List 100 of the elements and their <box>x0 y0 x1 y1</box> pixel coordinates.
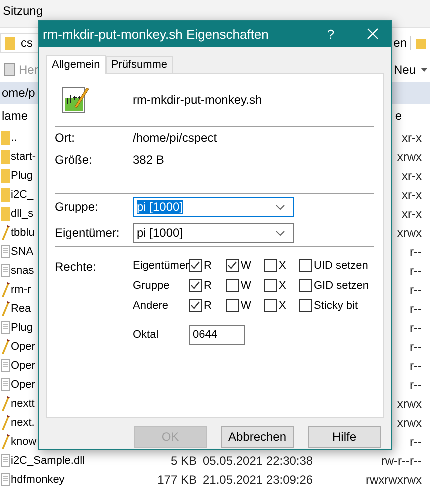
file-permissions: xrwx <box>397 396 423 410</box>
checkbox-label[interactable]: Sticky bit <box>314 300 358 312</box>
file-name[interactable]: Oper <box>11 360 36 372</box>
checkbox[interactable] <box>226 259 239 272</box>
folder-icon <box>5 36 15 50</box>
file-name[interactable]: tbblu <box>11 226 35 238</box>
field-value: 382 B <box>133 153 164 167</box>
checkbox[interactable] <box>226 299 239 312</box>
checkbox-label[interactable]: W <box>241 280 252 292</box>
chevron-down-icon <box>276 230 285 236</box>
dialog-button[interactable]: Hilfe <box>308 426 381 448</box>
checkbox[interactable] <box>264 299 277 312</box>
checkbox-label[interactable]: GID setzen <box>314 280 370 292</box>
checkbox[interactable] <box>189 299 202 312</box>
file-name[interactable]: .. <box>11 132 18 144</box>
row-label: Eigentümer <box>133 258 189 274</box>
file-name[interactable]: start- <box>11 150 36 162</box>
file-name[interactable]: rm-r <box>11 284 32 296</box>
file-permissions: r-- <box>410 264 423 278</box>
checkbox[interactable] <box>299 259 312 272</box>
folder-icon <box>1 168 10 183</box>
pencil-icon <box>1 396 10 411</box>
file-permissions: xrwx <box>397 150 423 164</box>
combo-box[interactable]: pi [1000] <box>133 197 294 217</box>
field-label: Rechte: <box>55 259 98 276</box>
combo-box[interactable]: pi [1000] <box>133 223 294 243</box>
pencil-icon <box>1 339 10 354</box>
file-size: 5 KB <box>170 454 197 468</box>
checkbox-label[interactable]: UID setzen <box>314 260 368 272</box>
file-name[interactable]: nextt <box>11 398 35 410</box>
checkbox-label[interactable]: R <box>204 280 212 292</box>
checkbox-label[interactable]: W <box>241 260 252 272</box>
pencil-icon <box>1 225 10 240</box>
field-label: Größe: <box>55 153 94 167</box>
file-name[interactable]: dll_s <box>11 208 34 220</box>
row-label: Andere <box>133 298 170 314</box>
file-name[interactable]: i2C_ <box>11 188 34 200</box>
tab[interactable]: Prüfsumme <box>106 56 173 73</box>
checkbox[interactable] <box>189 279 202 292</box>
checkbox-label[interactable]: X <box>279 260 286 272</box>
octal-field[interactable]: 0644 <box>189 325 245 345</box>
menu-item[interactable]: Sitzung <box>3 4 44 24</box>
checkbox-label[interactable]: R <box>204 300 212 312</box>
file-name[interactable]: Rea <box>11 302 32 314</box>
file-name[interactable]: hdfmonkey <box>11 474 65 486</box>
checkbox-label[interactable]: X <box>279 300 286 312</box>
file-permissions: r-- <box>410 358 423 372</box>
file-permissions: xrwx <box>397 416 423 430</box>
row-label: Gruppe <box>133 278 171 294</box>
path-text: ome/p <box>1 86 36 100</box>
checkbox[interactable] <box>264 279 277 292</box>
column-header[interactable]: lame <box>2 109 28 123</box>
checkbox-label[interactable]: R <box>204 260 212 272</box>
file-name[interactable]: Oper <box>11 378 36 390</box>
checkbox-label[interactable]: X <box>279 280 286 292</box>
file-name[interactable]: Plug <box>11 170 34 182</box>
checkbox[interactable] <box>264 259 277 272</box>
close-icon[interactable] <box>367 28 379 40</box>
file-permissions: xr-x <box>402 168 423 182</box>
file-permissions: rwxrwxrwx <box>366 472 423 486</box>
file-permissions: xr-x <box>402 206 423 220</box>
dialog-button[interactable]: Abbrechen <box>221 426 294 448</box>
file-name[interactable]: next. <box>11 416 35 428</box>
file-name[interactable]: know <box>11 436 37 448</box>
pencil-icon <box>1 282 10 297</box>
checkbox[interactable] <box>299 279 312 292</box>
checkbox-label[interactable]: W <box>241 300 252 312</box>
tab[interactable]: Allgemein <box>46 55 106 74</box>
file-permissions: r-- <box>410 244 423 258</box>
pencil-icon <box>1 434 10 449</box>
file-size: 177 KB <box>156 472 197 486</box>
folder-icon <box>1 149 10 164</box>
checkbox[interactable] <box>189 259 202 272</box>
field-label: Oktal <box>133 328 160 343</box>
help-button[interactable]: ? <box>321 26 341 42</box>
checkbox[interactable] <box>299 299 312 312</box>
new-button[interactable]: Neu <box>394 62 428 76</box>
folder-icon <box>1 206 10 221</box>
pencil-icon <box>1 415 10 430</box>
checkbox[interactable] <box>226 279 239 292</box>
file-permissions: r-- <box>410 282 423 296</box>
field-label: Ort: <box>55 131 76 145</box>
file-name[interactable]: i2C_Sample.dll <box>11 454 85 466</box>
file-permissions: xr-x <box>402 188 423 202</box>
file-name[interactable]: Oper <box>11 340 36 352</box>
file-name[interactable]: SNA <box>11 246 34 258</box>
file-permissions: xr-x <box>402 130 423 144</box>
document-icon <box>4 62 16 76</box>
column-header[interactable]: e <box>395 109 402 123</box>
file-permissions: r-- <box>410 320 423 334</box>
file-permissions: xrwx <box>397 226 423 240</box>
folder-icon <box>1 130 10 145</box>
file-date: 21.05.2021 23:09:26 <box>203 472 314 486</box>
file-name[interactable]: Plug <box>11 322 34 334</box>
file-name[interactable]: snas <box>11 264 34 276</box>
field-label: Gruppe: <box>55 200 100 214</box>
field-value: /home/pi/cspect <box>133 131 218 145</box>
pencil-icon <box>1 301 10 316</box>
file-permissions: r-- <box>410 302 423 316</box>
folder-icon <box>1 187 10 202</box>
